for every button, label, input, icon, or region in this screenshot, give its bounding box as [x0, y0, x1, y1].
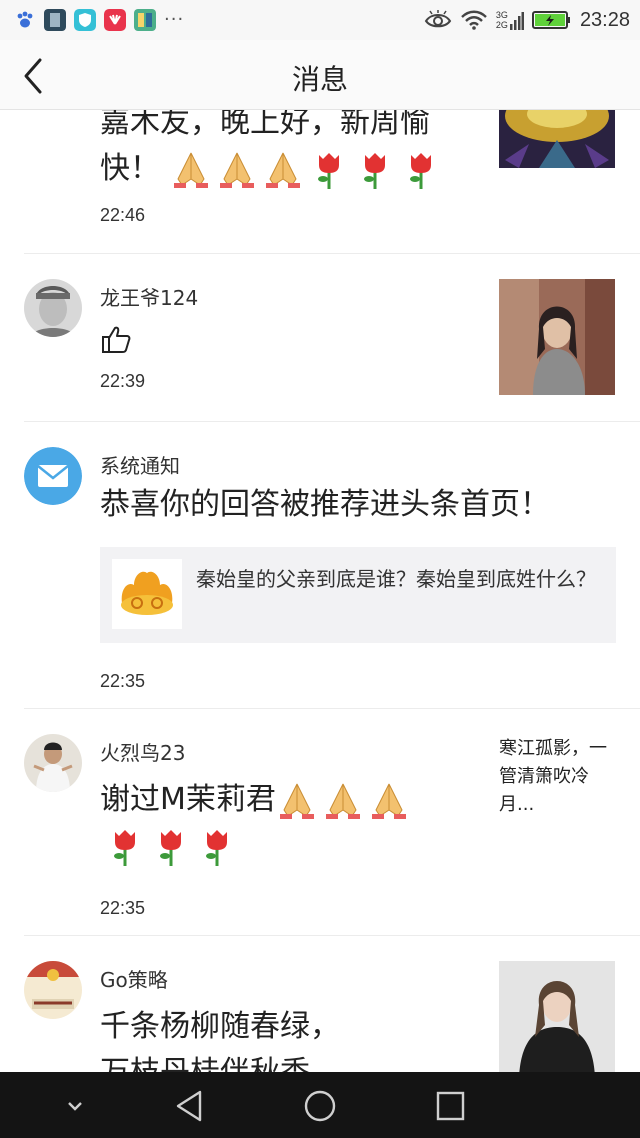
- mail-icon[interactable]: [24, 447, 82, 505]
- rose-emoji: [317, 152, 339, 189]
- message-body: 嘉木友，晚上好，新周愉 快！: [100, 110, 446, 192]
- rose-emoji: [409, 152, 431, 189]
- back-triangle-icon[interactable]: [170, 1086, 210, 1126]
- rose-emoji: [206, 829, 227, 866]
- signal-icon: [509, 12, 524, 30]
- reply-snippet[interactable]: 寒江孤影，一管清箫吹冷月...: [499, 735, 624, 819]
- status-bar: ··· 3G 2G 23:28: [0, 0, 640, 40]
- folded-hands-emoji: [325, 783, 360, 819]
- rose-emoji: [114, 829, 135, 866]
- sender-name[interactable]: Go策略: [100, 964, 168, 993]
- avatar[interactable]: [24, 961, 82, 1019]
- eye-icon: [424, 10, 452, 28]
- wifi-icon: [461, 10, 487, 30]
- network-type: 3G 2G: [496, 10, 524, 30]
- list-item[interactable]: 系统通知 恭喜你的回答被推荐进头条首页！ 秦始皇的父亲到底是谁？秦始皇到底姓什么…: [0, 422, 640, 709]
- message-body: 恭喜你的回答被推荐进头条首页！: [100, 487, 550, 522]
- avatar[interactable]: [24, 734, 82, 792]
- folded-hands-emoji: [371, 783, 406, 819]
- navigation-bar: [0, 1072, 640, 1138]
- list-item[interactable]: 龙王爷124 22:39: [0, 254, 640, 422]
- clock: 23:28: [579, 8, 630, 31]
- chevron-down-icon[interactable]: [55, 1086, 95, 1126]
- shield-app-icon: [74, 9, 96, 31]
- folded-hands-emoji: [265, 152, 300, 188]
- message-time: 22:39: [100, 371, 146, 391]
- system-status: 3G 2G 23:28: [424, 6, 630, 34]
- message-time: 22:35: [100, 898, 146, 918]
- message-body: 千条杨柳随春绿， 万枝丹桂伴秋香: [100, 1009, 340, 1072]
- home-circle-icon[interactable]: [300, 1086, 340, 1126]
- list-item[interactable]: Go策略 千条杨柳随春绿， 万枝丹桂伴秋香: [0, 936, 640, 1072]
- quote-text: 秦始皇的父亲到底是谁？秦始皇到底姓什么？: [196, 567, 596, 591]
- message-list[interactable]: 嘉木友，晚上好，新周愉 快！ 22:46 龙王爷124 22:39 系统通知 恭…: [0, 110, 640, 1072]
- recents-square-icon[interactable]: [430, 1086, 470, 1126]
- notification-icons: ···: [14, 8, 184, 32]
- sender-name[interactable]: 火烈鸟23: [100, 737, 185, 766]
- page-title: 消息: [291, 63, 348, 96]
- huawei-app-icon: [104, 9, 126, 31]
- portrait-thumbnail[interactable]: [499, 961, 615, 1072]
- flower-thumbnail[interactable]: [499, 110, 615, 168]
- battery-charging-icon: [531, 11, 570, 29]
- folded-hands-emoji: [219, 152, 254, 188]
- folded-hands-emoji: [173, 152, 208, 188]
- message-body: 谢过M茉莉君: [100, 777, 414, 869]
- portrait-thumbnail[interactable]: [499, 279, 615, 395]
- sender-name[interactable]: 龙王爷124: [100, 282, 198, 311]
- list-item[interactable]: 火烈鸟23 谢过M茉莉君 寒江孤影，一管清箫吹冷月... 22:35: [0, 709, 640, 936]
- folded-hands-emoji: [279, 783, 314, 819]
- paw-icon: [17, 11, 33, 28]
- quoted-question[interactable]: 秦始皇的父亲到底是谁？秦始皇到底姓什么？: [100, 547, 616, 643]
- rose-emoji: [363, 152, 385, 189]
- app-header: 消息: [0, 40, 640, 110]
- thumbs-up-icon: [102, 326, 131, 353]
- question-icon: [112, 559, 182, 629]
- reader-app-icon: [134, 9, 156, 31]
- avatar[interactable]: [24, 279, 82, 337]
- sender-name[interactable]: 系统通知: [100, 450, 180, 479]
- app-thumbnail-icon: [44, 9, 66, 31]
- more-notifications-indicator: ···: [164, 9, 185, 30]
- message-time: 22:46: [100, 205, 146, 225]
- list-item[interactable]: 嘉木友，晚上好，新周愉 快！ 22:46: [0, 110, 640, 254]
- rose-emoji: [160, 829, 181, 866]
- message-time: 22:35: [100, 671, 146, 691]
